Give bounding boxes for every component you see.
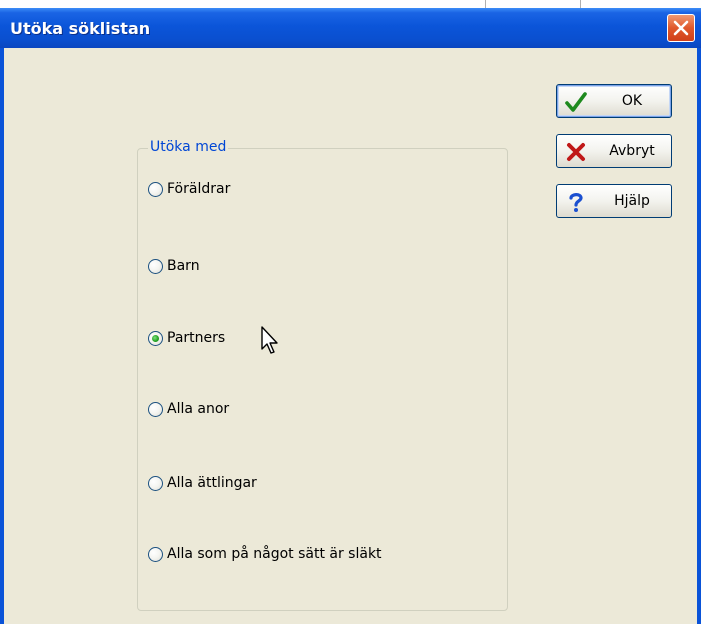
red-x-icon [567,143,585,161]
dialog-window: Utöka söklistan Utöka med Föräldrar Barn… [0,8,701,624]
dialog-client-area: Utöka med Föräldrar Barn Partners Alla a… [4,48,697,624]
ok-button[interactable]: OK [556,84,672,118]
radio-label: Alla anor [167,401,230,417]
question-mark-icon [569,193,583,212]
radio-all-descendants[interactable]: Alla ättlingar [148,473,257,493]
radio-label: Alla som på något sätt är släkt [167,546,382,562]
radio-button[interactable] [148,401,163,417]
radio-all-relatives[interactable]: Alla som på något sätt är släkt [148,544,382,564]
radio-button[interactable] [148,181,163,197]
radio-button[interactable] [148,475,163,491]
radio-label: Partners [167,330,226,346]
radio-button-selected[interactable] [148,330,163,346]
expand-with-groupbox: Utöka med [137,139,508,611]
mouse-cursor-icon [261,326,278,354]
background-column-separator [485,0,486,8]
checkmark-icon [565,92,587,112]
close-button[interactable] [667,14,695,42]
ok-button-label: OK [621,93,643,109]
background-window-strip [0,0,701,8]
dialog-title: Utöka söklistan [10,19,151,38]
close-icon [673,20,689,36]
groupbox-legend: Utöka med [148,139,229,155]
radio-children[interactable]: Barn [148,256,200,276]
radio-all-ancestors[interactable]: Alla anor [148,399,229,419]
background-column-separator [580,0,581,8]
radio-label: Barn [167,258,200,274]
help-button-label: Hjälp [614,193,650,209]
cancel-button[interactable]: Avbryt [556,134,672,168]
radio-partners[interactable]: Partners [148,328,225,348]
radio-button[interactable] [148,258,163,274]
radio-button[interactable] [148,546,163,562]
radio-label: Föräldrar [167,181,231,197]
radio-parents[interactable]: Föräldrar [148,179,230,199]
radio-label: Alla ättlingar [167,475,257,491]
help-button[interactable]: Hjälp [556,184,672,218]
title-bar[interactable]: Utöka söklistan [0,8,701,48]
cancel-button-label: Avbryt [609,143,655,159]
